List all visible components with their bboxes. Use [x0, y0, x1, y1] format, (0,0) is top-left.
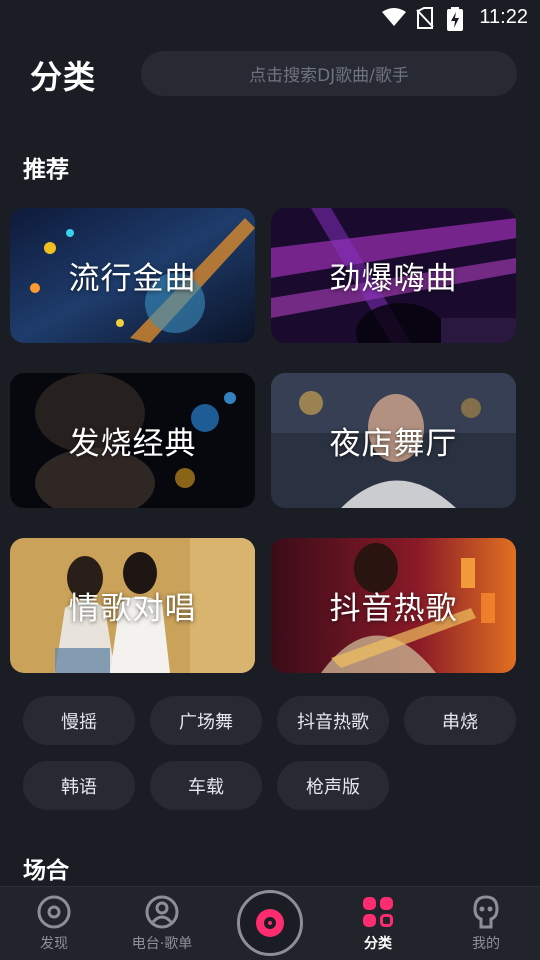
- card-hyper-dance[interactable]: 劲爆嗨曲: [271, 208, 516, 343]
- nav-label: 电台·歌单: [131, 936, 193, 952]
- card-pop-hits[interactable]: 流行金曲: [10, 208, 255, 343]
- profile-icon: [473, 895, 499, 929]
- card-label: 情歌对唱: [68, 591, 197, 627]
- tag-medley[interactable]: 串烧: [404, 696, 516, 745]
- card-label: 流行金曲: [68, 261, 197, 297]
- radio-icon: [145, 895, 179, 929]
- no-sim-icon: [416, 7, 434, 29]
- card-nightclub[interactable]: 夜店舞厅: [271, 373, 516, 508]
- tag-korean[interactable]: 韩语: [23, 761, 135, 810]
- screen: 11:22 分类 点击搜索DJ歌曲/歌手 推荐 流行金曲 劲爆嗨曲 发烧经典 夜…: [0, 0, 540, 960]
- tag-car[interactable]: 车载: [150, 761, 262, 810]
- nav-item-category[interactable]: 分类: [330, 895, 426, 957]
- search-placeholder: 点击搜索DJ歌曲/歌手: [249, 66, 409, 86]
- discover-icon: [37, 895, 71, 929]
- card-audiophile-classics[interactable]: 发烧经典: [10, 373, 255, 508]
- card-love-duets[interactable]: 情歌对唱: [10, 538, 255, 673]
- category-icon: [363, 897, 393, 927]
- status-time: 11:22: [479, 6, 528, 28]
- section-title-occasion: 场合: [23, 858, 69, 884]
- status-bar: 11:22: [0, 0, 540, 36]
- nav-label: 分类: [364, 936, 392, 952]
- vinyl-disc-icon: [256, 909, 284, 937]
- center-play-button[interactable]: [237, 890, 303, 956]
- section-title-recommend: 推荐: [23, 157, 69, 183]
- card-douyin-hits[interactable]: 抖音热歌: [271, 538, 516, 673]
- nav-item-radio-playlist[interactable]: 电台·歌单: [114, 895, 210, 957]
- card-label: 抖音热歌: [329, 591, 458, 627]
- page-title: 分类: [30, 58, 97, 96]
- nav-label: 发现: [40, 936, 68, 952]
- battery-charging-icon: [447, 7, 463, 31]
- nav-item-discover[interactable]: 发现: [6, 895, 102, 957]
- nav-item-profile[interactable]: 我的: [438, 895, 534, 957]
- nav-label: 我的: [472, 936, 500, 952]
- card-label: 发烧经典: [68, 426, 197, 462]
- card-label: 夜店舞厅: [329, 426, 458, 462]
- tag-douyin-hits[interactable]: 抖音热歌: [277, 696, 389, 745]
- card-label: 劲爆嗨曲: [329, 261, 458, 297]
- wifi-icon: [382, 8, 406, 26]
- tag-gunshot-version[interactable]: 枪声版: [277, 761, 389, 810]
- search-input[interactable]: 点击搜索DJ歌曲/歌手: [141, 51, 517, 96]
- tag-slow-rock[interactable]: 慢摇: [23, 696, 135, 745]
- tag-square-dance[interactable]: 广场舞: [150, 696, 262, 745]
